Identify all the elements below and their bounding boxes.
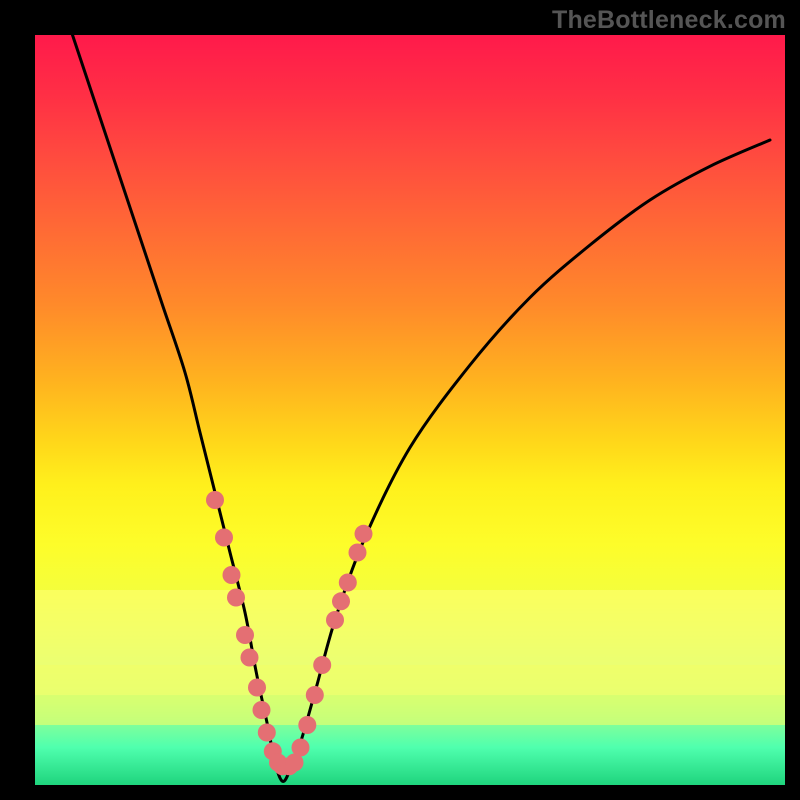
highlight-dot: [253, 701, 271, 719]
watermark-text: TheBottleneck.com: [552, 6, 786, 35]
highlight-dot: [248, 679, 266, 697]
chart-svg: [35, 35, 785, 785]
highlight-dot: [355, 525, 373, 543]
highlight-dot: [227, 589, 245, 607]
highlight-dot: [241, 649, 259, 667]
highlight-dot: [236, 626, 254, 644]
bottleneck-curve: [73, 35, 771, 781]
highlight-dot: [306, 686, 324, 704]
highlight-dot: [292, 739, 310, 757]
highlight-dot: [223, 566, 241, 584]
highlight-dots: [206, 491, 373, 775]
highlight-dot: [326, 611, 344, 629]
highlight-dot: [298, 716, 316, 734]
highlight-dot: [339, 574, 357, 592]
plot-area: [35, 35, 785, 785]
highlight-dot: [349, 544, 367, 562]
highlight-dot: [258, 724, 276, 742]
chart-frame: TheBottleneck.com: [0, 0, 800, 800]
highlight-dot: [313, 656, 331, 674]
highlight-dot: [206, 491, 224, 509]
highlight-dot: [332, 592, 350, 610]
highlight-dot: [215, 529, 233, 547]
